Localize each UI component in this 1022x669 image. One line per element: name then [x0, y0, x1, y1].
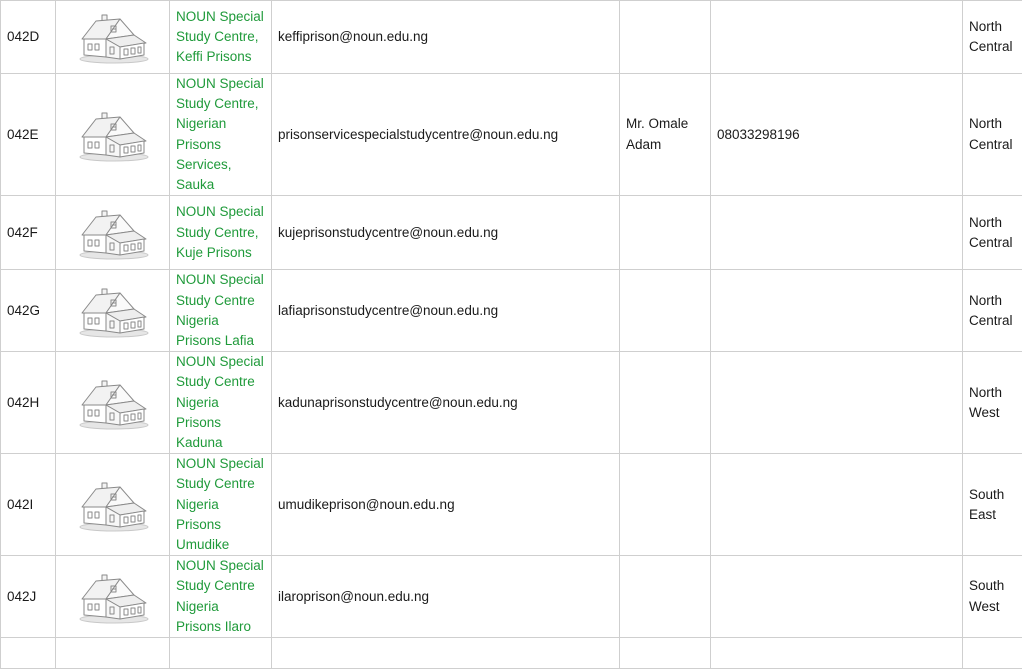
centre-zone: South West	[963, 556, 1022, 638]
house-icon	[76, 9, 150, 65]
centre-zone: North Central	[963, 196, 1022, 270]
centre-email: umudikeprison@noun.edu.ng	[272, 454, 620, 556]
study-centres-body: 042D NOUN Special Study Centre, Keffi Pr…	[1, 1, 1022, 669]
house-icon	[76, 375, 150, 431]
house-icon	[76, 569, 150, 625]
centre-phone	[711, 352, 963, 454]
table-row: 042J NOUN Special Study Centre Nigeria P…	[1, 556, 1022, 638]
centre-email: ilaroprison@noun.edu.ng	[272, 556, 620, 638]
centre-director	[620, 1, 711, 74]
centre-image	[56, 1, 170, 74]
centre-phone	[711, 556, 963, 638]
centre-director	[620, 270, 711, 352]
table-row: 042F NOUN Special Study Centre, Kuje Pri…	[1, 196, 1022, 270]
centre-image	[56, 270, 170, 352]
house-icon	[76, 477, 150, 533]
centre-zone: North Central	[963, 270, 1022, 352]
centre-name: NOUN Special Study Centre Nigeria Prison…	[170, 556, 272, 638]
centre-director	[620, 454, 711, 556]
house-icon	[76, 283, 150, 339]
centre-director	[620, 352, 711, 454]
centre-phone: 08033298196	[711, 74, 963, 196]
centre-name: NOUN Special Study Centre, Kuje Prisons	[170, 196, 272, 270]
empty-cell	[1, 638, 56, 669]
centre-image	[56, 352, 170, 454]
empty-cell	[56, 638, 170, 669]
house-icon	[76, 107, 150, 163]
empty-cell	[272, 638, 620, 669]
centre-code: 042F	[1, 196, 56, 270]
centre-code: 042G	[1, 270, 56, 352]
centre-phone	[711, 196, 963, 270]
centre-code: 042E	[1, 74, 56, 196]
centre-code: 042H	[1, 352, 56, 454]
centre-director: Mr. Omale Adam	[620, 74, 711, 196]
table-row	[1, 638, 1022, 669]
centre-image	[56, 196, 170, 270]
centre-name: NOUN Special Study Centre Nigeria Prison…	[170, 352, 272, 454]
centre-email: keffiprison@noun.edu.ng	[272, 1, 620, 74]
study-centres-table: 042D NOUN Special Study Centre, Keffi Pr…	[0, 0, 1022, 669]
centre-image	[56, 74, 170, 196]
empty-cell	[620, 638, 711, 669]
centre-director	[620, 556, 711, 638]
centre-phone	[711, 1, 963, 74]
centre-name: NOUN Special Study Centre, Keffi Prisons	[170, 1, 272, 74]
centre-zone: North Central	[963, 74, 1022, 196]
centre-email: kujeprisonstudycentre@noun.edu.ng	[272, 196, 620, 270]
centre-image	[56, 556, 170, 638]
empty-cell	[963, 638, 1022, 669]
centre-phone	[711, 270, 963, 352]
table-row: 042I NOUN Special Study Centre Nigeria P…	[1, 454, 1022, 556]
centre-email: prisonservicespecialstudycentre@noun.edu…	[272, 74, 620, 196]
centre-code: 042I	[1, 454, 56, 556]
centre-email: lafiaprisonstudycentre@noun.edu.ng	[272, 270, 620, 352]
house-icon	[76, 205, 150, 261]
centre-director	[620, 196, 711, 270]
centre-zone: South East	[963, 454, 1022, 556]
centre-phone	[711, 454, 963, 556]
table-row: 042D NOUN Special Study Centre, Keffi Pr…	[1, 1, 1022, 74]
centre-zone: North Central	[963, 1, 1022, 74]
empty-cell	[711, 638, 963, 669]
centre-email: kadunaprisonstudycentre@noun.edu.ng	[272, 352, 620, 454]
table-row: 042G NOUN Special Study Centre Nigeria P…	[1, 270, 1022, 352]
table-row: 042H NOUN Special Study Centre Nigeria P…	[1, 352, 1022, 454]
centre-name: NOUN Special Study Centre, Nigerian Pris…	[170, 74, 272, 196]
centre-name: NOUN Special Study Centre Nigeria Prison…	[170, 454, 272, 556]
centre-image	[56, 454, 170, 556]
empty-cell	[170, 638, 272, 669]
centre-zone: North West	[963, 352, 1022, 454]
centre-code: 042J	[1, 556, 56, 638]
table-row: 042E NOUN Special Study Centre, Nigerian…	[1, 74, 1022, 196]
centre-code: 042D	[1, 1, 56, 74]
centre-name: NOUN Special Study Centre Nigeria Prison…	[170, 270, 272, 352]
